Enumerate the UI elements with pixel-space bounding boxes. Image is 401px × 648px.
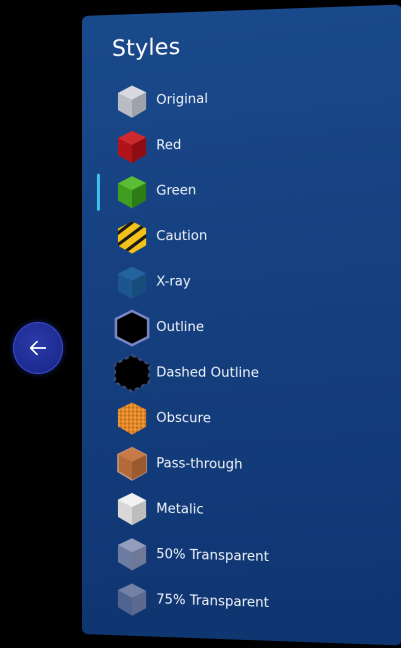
style-item-green[interactable]: Green xyxy=(82,164,401,215)
green-cube-icon xyxy=(112,171,152,212)
style-item-metalic[interactable]: Metalic xyxy=(82,485,401,538)
style-item-obscure[interactable]: Obscure xyxy=(82,395,401,444)
style-item-label: X-ray xyxy=(156,274,191,290)
style-item-label: 50% Transparent xyxy=(156,546,269,566)
style-item-label: Green xyxy=(156,183,197,199)
arrow-left-icon xyxy=(29,340,47,356)
selected-indicator xyxy=(96,173,100,211)
panel-title: Styles xyxy=(111,34,181,63)
style-item-75-transparent[interactable]: 75% Transparent xyxy=(82,575,401,631)
style-item-caution[interactable]: Caution xyxy=(82,211,401,260)
dashed-outline-icon xyxy=(112,353,152,393)
xray-cube-icon xyxy=(112,262,152,302)
styles-list: Original Red Green Caution X-ray Outline… xyxy=(82,71,401,631)
style-item-dashed-outline[interactable]: Dashed Outline xyxy=(82,350,401,398)
caution-stripe-cube-icon xyxy=(112,217,152,258)
style-item-xray[interactable]: X-ray xyxy=(82,258,401,305)
style-item-label: Outline xyxy=(156,319,205,336)
styles-panel: Styles Original Red Green Caution X-ray … xyxy=(82,4,401,646)
style-item-label: Obscure xyxy=(156,410,211,427)
style-item-original[interactable]: Original xyxy=(82,71,401,125)
transparent-75-cube-icon xyxy=(112,578,152,620)
style-item-label: Red xyxy=(156,137,182,154)
style-item-label: Original xyxy=(156,91,209,109)
style-item-label: Metalic xyxy=(156,501,204,518)
gray-cube-icon xyxy=(112,81,152,122)
style-item-pass-through[interactable]: Pass-through xyxy=(82,440,401,491)
pass-through-cube-icon xyxy=(112,443,152,484)
transparent-50-cube-icon xyxy=(112,533,152,574)
style-item-red[interactable]: Red xyxy=(82,118,401,170)
style-item-label: 75% Transparent xyxy=(156,592,269,612)
stage: Styles Original Red Green Caution X-ray … xyxy=(0,0,401,648)
style-item-label: Caution xyxy=(156,228,208,245)
outline-hexagon-icon xyxy=(112,307,152,347)
back-button[interactable] xyxy=(13,322,63,374)
style-item-label: Pass-through xyxy=(156,456,243,473)
style-item-label: Dashed Outline xyxy=(156,365,260,382)
red-cube-icon xyxy=(112,126,152,167)
metallic-cube-icon xyxy=(112,488,152,529)
obscure-cube-icon xyxy=(112,398,152,439)
style-item-outline[interactable]: Outline xyxy=(82,304,401,351)
